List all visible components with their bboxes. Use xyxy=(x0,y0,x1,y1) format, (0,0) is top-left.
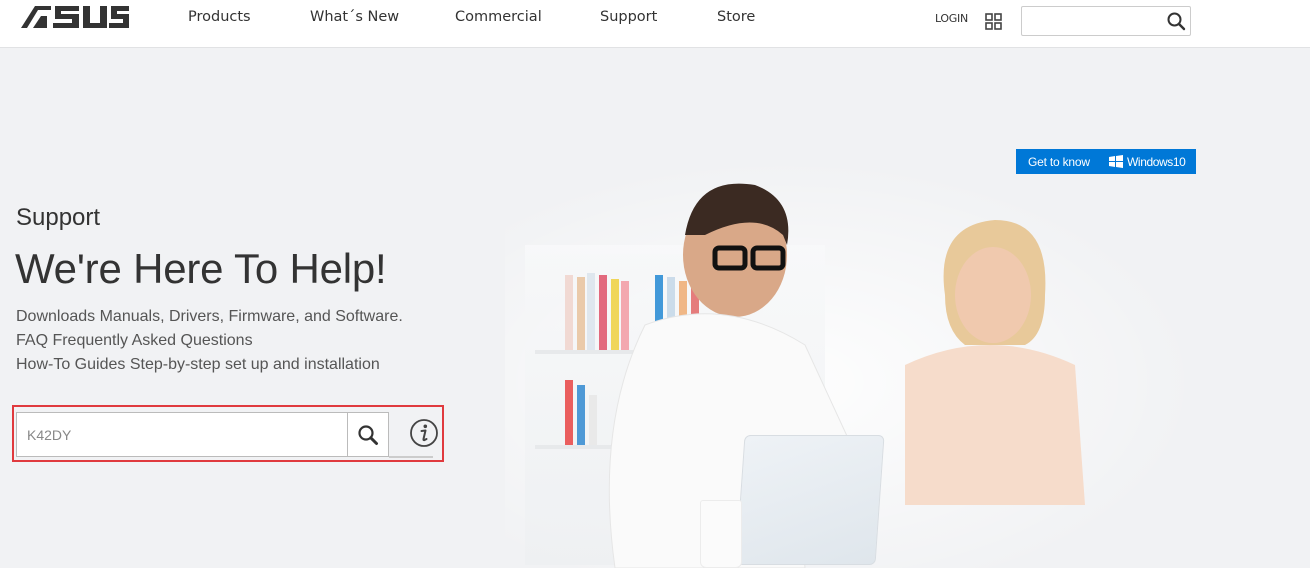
laptop xyxy=(735,435,885,565)
feature-howto: How-To Guides Step-by-step set up and in… xyxy=(16,356,380,373)
windows-logo-icon xyxy=(1109,155,1123,168)
nav-products[interactable]: Products xyxy=(188,9,251,25)
site-header: Products What´s New Commercial Support S… xyxy=(0,0,1310,48)
nav-whats-new[interactable]: What´s New xyxy=(310,9,399,25)
woman-figure xyxy=(905,220,1085,505)
model-search xyxy=(16,412,389,457)
header-search-input[interactable] xyxy=(1026,11,1156,31)
section-label: Support xyxy=(16,204,101,231)
model-search-button[interactable] xyxy=(348,413,388,456)
nav-store[interactable]: Store xyxy=(717,9,755,25)
info-icon[interactable] xyxy=(409,418,439,448)
nav-support[interactable]: Support xyxy=(600,9,657,25)
search-underline xyxy=(389,456,433,458)
nav-commercial[interactable]: Commercial xyxy=(455,9,542,25)
hero-image xyxy=(505,155,1205,568)
feature-faq: FAQ Frequently Asked Questions xyxy=(16,332,253,349)
promo-product: Windows10 xyxy=(1127,155,1186,169)
grid-icon[interactable] xyxy=(985,13,1002,30)
login-link[interactable]: LOGIN xyxy=(935,12,968,25)
header-search xyxy=(1021,6,1191,36)
model-search-input[interactable] xyxy=(27,423,337,447)
promo-label: Get to know xyxy=(1028,155,1090,169)
windows10-promo-button[interactable]: Get to know Windows10 xyxy=(1016,149,1196,174)
page-title: We're Here To Help! xyxy=(15,245,387,292)
feature-downloads: Downloads Manuals, Drivers, Firmware, an… xyxy=(16,308,403,325)
search-icon xyxy=(358,424,378,445)
asus-logo[interactable] xyxy=(21,6,129,28)
coffee-cup xyxy=(700,500,742,568)
search-icon[interactable] xyxy=(1166,11,1186,31)
